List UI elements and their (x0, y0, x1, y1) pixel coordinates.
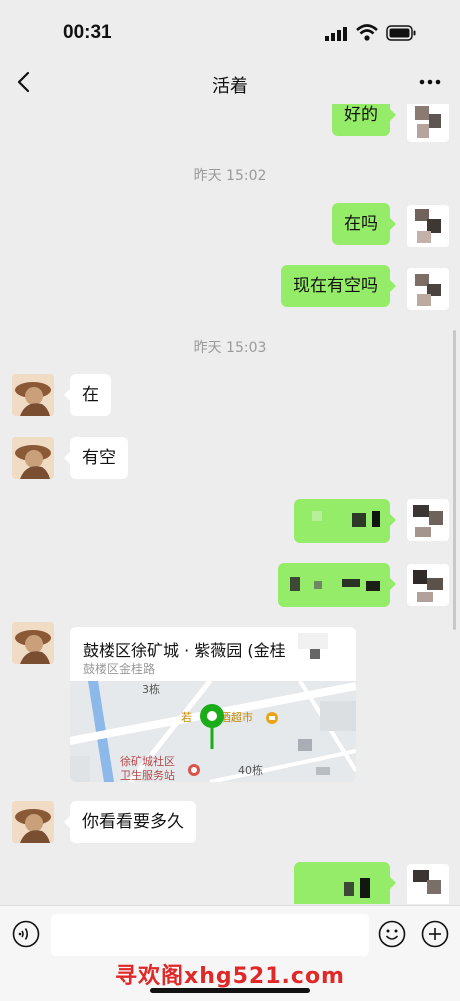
avatar-image (12, 801, 54, 843)
message-bubble-received[interactable]: 在 (64, 374, 111, 416)
message-input[interactable] (51, 914, 369, 956)
location-pin-icon (200, 704, 224, 749)
battery-icon (386, 25, 416, 41)
message-bubble-sent[interactable]: 在吗 (332, 203, 396, 245)
contact-avatar[interactable] (12, 622, 54, 664)
message-text: 在 (82, 385, 99, 405)
message-text: 在吗 (344, 214, 378, 234)
contact-avatar[interactable] (12, 801, 54, 843)
nav-bar: 活着 (0, 62, 460, 104)
contact-avatar[interactable] (12, 437, 54, 479)
avatar-image (12, 374, 54, 416)
location-card[interactable]: 鼓楼区徐矿城 · 紫薇园 (金桂 鼓楼区金桂路 3栋 若 酒超市 徐矿城社区 卫… (70, 627, 356, 782)
location-map[interactable]: 3栋 若 酒超市 徐矿城社区 卫生服务站 40栋 (70, 681, 356, 782)
status-bar: 00:31 (0, 0, 460, 62)
voice-icon[interactable] (12, 920, 40, 948)
chat-title: 活着 (212, 76, 248, 97)
avatar-image (12, 437, 54, 479)
wifi-icon (356, 24, 378, 41)
my-avatar[interactable] (407, 104, 449, 142)
shop-icon (266, 712, 278, 724)
scrollbar[interactable] (453, 330, 456, 630)
timestamp: 昨天 15:02 (193, 168, 267, 184)
contact-avatar[interactable] (12, 374, 54, 416)
timestamp: 昨天 15:03 (193, 340, 267, 356)
clinic-icon (188, 764, 200, 776)
message-text: 现在有空吗 (293, 276, 378, 296)
message-bubble-sent[interactable]: 现在有空吗 (281, 265, 396, 307)
message-bubble-sent-redacted[interactable] (294, 862, 396, 904)
message-text: 好的 (344, 105, 378, 125)
message-bubble-sent-redacted[interactable] (278, 563, 396, 607)
my-avatar[interactable] (407, 864, 449, 904)
message-text: 你看看要多久 (82, 812, 184, 832)
message-bubble-sent-redacted[interactable] (294, 499, 396, 543)
my-avatar[interactable] (407, 499, 449, 541)
plus-icon[interactable] (421, 920, 449, 948)
emoji-icon[interactable] (378, 920, 406, 948)
input-bar: 寻欢阁xhg521.com (0, 905, 460, 1001)
watermark-text: 寻欢阁xhg521.com (115, 964, 345, 989)
message-text: 有空 (82, 448, 116, 468)
chat-area[interactable]: 好的 昨天 15:02 在吗 现在有空吗 昨天 15:03 在 有空 鼓楼区徐矿… (0, 104, 460, 904)
my-avatar[interactable] (407, 205, 449, 247)
map-label: 卫生服务站 (120, 769, 175, 782)
map-label: 3栋 (142, 683, 160, 696)
signal-icon (325, 27, 347, 41)
map-label: 若 (181, 711, 192, 724)
my-avatar[interactable] (407, 564, 449, 606)
location-title: 鼓楼区徐矿城 · 紫薇园 (金桂 (83, 641, 286, 660)
message-bubble-sent[interactable]: 好的 (332, 104, 396, 136)
map-label: 40栋 (238, 764, 263, 777)
status-time: 00:31 (63, 22, 112, 43)
more-icon[interactable] (418, 72, 442, 92)
message-bubble-received[interactable]: 你看看要多久 (64, 801, 196, 843)
home-indicator[interactable] (150, 988, 310, 993)
my-avatar[interactable] (407, 268, 449, 310)
avatar-image (12, 622, 54, 664)
location-address: 鼓楼区金桂路 (83, 662, 156, 676)
message-bubble-received[interactable]: 有空 (64, 437, 128, 479)
